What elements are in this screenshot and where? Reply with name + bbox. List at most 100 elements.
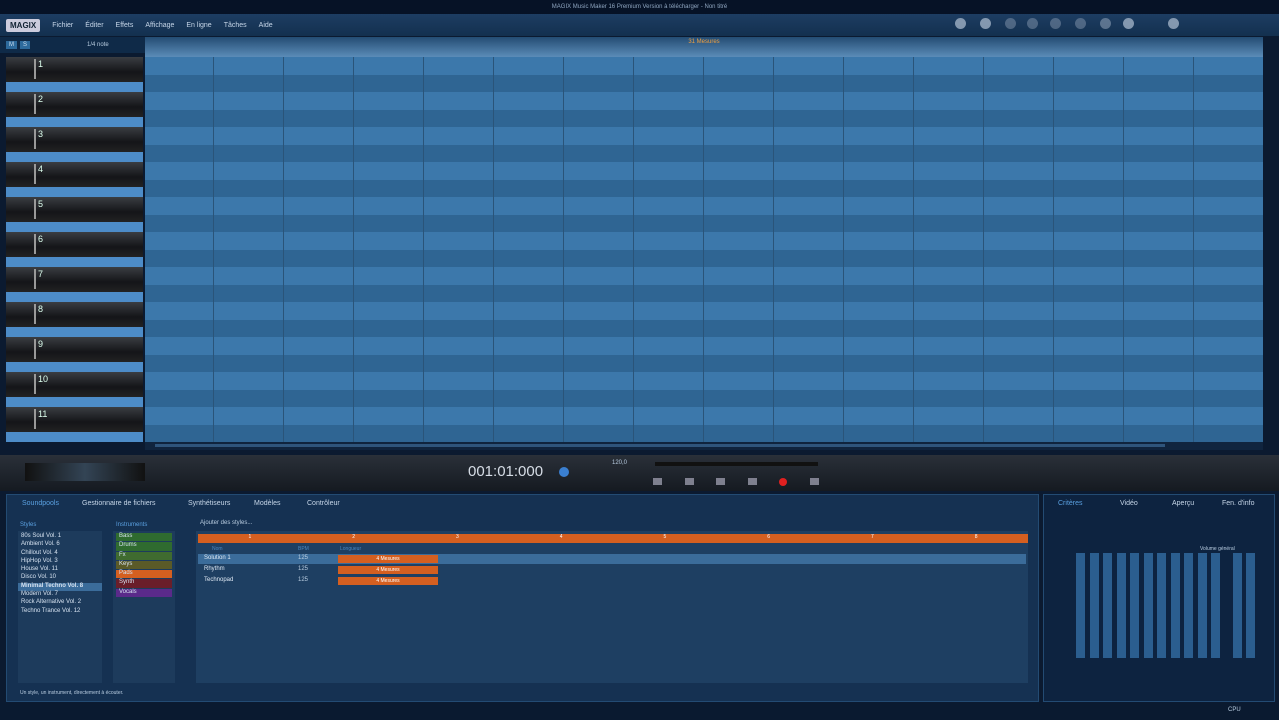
track-lane[interactable] — [145, 302, 1263, 320]
redo-icon[interactable] — [1027, 18, 1038, 29]
track-lane[interactable] — [145, 92, 1263, 110]
track-header[interactable]: 5 — [6, 197, 143, 222]
track-lane[interactable] — [145, 109, 1263, 127]
mute-all-button[interactable]: M — [6, 41, 17, 49]
style-item[interactable]: HipHop Vol. 3 — [18, 558, 102, 566]
save-icon[interactable] — [955, 18, 966, 29]
track-lane[interactable] — [145, 197, 1263, 215]
menu-view[interactable]: Affichage — [145, 22, 174, 29]
track-volume-slider[interactable] — [34, 304, 36, 324]
track-header[interactable]: 9 — [6, 337, 143, 362]
style-item[interactable]: Chillout Vol. 4 — [18, 550, 102, 558]
tab-soundpools[interactable]: Soundpools — [22, 500, 59, 507]
tab-templates[interactable]: Modèles — [254, 500, 280, 507]
sync-icon[interactable] — [559, 467, 569, 477]
track-header[interactable]: 1 — [6, 57, 143, 82]
horizontal-scrollbar[interactable] — [145, 442, 1263, 450]
instrument-item[interactable]: Pads — [116, 570, 172, 579]
track-header[interactable]: 4 — [6, 162, 143, 187]
track-header[interactable]: 6 — [6, 232, 143, 257]
track-lane[interactable] — [145, 354, 1263, 372]
go-to-start-button[interactable] — [653, 478, 662, 485]
track-lane[interactable] — [145, 407, 1263, 425]
instrument-item[interactable]: Vocals — [116, 588, 172, 598]
track-lane[interactable] — [145, 127, 1263, 145]
track-lane[interactable] — [145, 74, 1263, 92]
track-lane[interactable] — [145, 232, 1263, 250]
track-lane[interactable] — [145, 389, 1263, 407]
track-volume-slider[interactable] — [34, 59, 36, 79]
menu-help[interactable]: Aide — [259, 22, 273, 29]
menu-online[interactable]: En ligne — [186, 22, 211, 29]
rewind-button[interactable] — [685, 478, 694, 485]
copy-icon[interactable] — [1075, 18, 1086, 29]
tab-synths[interactable]: Synthétiseurs — [188, 500, 230, 507]
menu-tasks[interactable]: Tâches — [224, 22, 247, 29]
track-header[interactable]: 2 — [6, 92, 143, 117]
track-volume-slider[interactable] — [34, 339, 36, 359]
position-slider[interactable] — [655, 462, 818, 466]
record-button[interactable] — [779, 478, 787, 486]
note-icon[interactable] — [1123, 18, 1134, 29]
track-lane[interactable] — [145, 372, 1263, 390]
style-item[interactable]: Minimal Techno Vol. 8 — [18, 582, 102, 592]
column-length[interactable]: Longueur — [340, 546, 361, 552]
globe-icon[interactable] — [980, 18, 991, 29]
tab-criteria[interactable]: Critères — [1058, 500, 1083, 507]
track-volume-slider[interactable] — [34, 269, 36, 289]
track-lane[interactable] — [145, 267, 1263, 285]
track-header[interactable]: 10 — [6, 372, 143, 397]
undo-icon[interactable] — [1005, 18, 1016, 29]
track-volume-slider[interactable] — [34, 164, 36, 184]
file-name[interactable]: Solution 1 — [204, 555, 231, 561]
track-volume-slider[interactable] — [34, 234, 36, 254]
track-lane[interactable] — [145, 249, 1263, 267]
settings-icon[interactable] — [1168, 18, 1179, 29]
tab-controller[interactable]: Contrôleur — [307, 500, 340, 507]
master-volume-display[interactable] — [25, 463, 145, 481]
timeline-ruler[interactable]: 31 Mesures — [145, 37, 1263, 57]
add-styles-button[interactable]: Ajouter des styles... — [200, 520, 252, 526]
track-volume-slider[interactable] — [34, 374, 36, 394]
file-name[interactable]: Technopad — [204, 577, 233, 583]
track-lane[interactable] — [145, 214, 1263, 232]
instrument-item[interactable]: Keys — [116, 560, 172, 570]
instrument-item[interactable]: Fx — [116, 551, 172, 560]
menu-edit[interactable]: Éditer — [85, 22, 103, 29]
tab-preview[interactable]: Aperçu — [1172, 500, 1194, 507]
track-header[interactable]: 3 — [6, 127, 143, 152]
quantize-select[interactable]: 1/4 note — [87, 42, 109, 48]
instrument-item[interactable]: Drums — [116, 542, 172, 551]
track-header[interactable]: 8 — [6, 302, 143, 327]
track-volume-slider[interactable] — [34, 129, 36, 149]
play-button[interactable] — [748, 478, 757, 485]
track-lane[interactable] — [145, 162, 1263, 180]
menu-effects[interactable]: Effets — [116, 22, 134, 29]
track-lane[interactable] — [145, 179, 1263, 197]
track-lane[interactable] — [145, 319, 1263, 337]
tempo-value[interactable]: 120,0 — [612, 460, 627, 466]
style-item[interactable]: Techno Trance Vol. 12 — [18, 608, 102, 616]
style-item[interactable]: House Vol. 11 — [18, 566, 102, 574]
column-name[interactable]: Nom — [212, 546, 223, 552]
instrument-item[interactable]: Synth — [116, 579, 172, 588]
track-volume-slider[interactable] — [34, 409, 36, 429]
track-lane[interactable] — [145, 144, 1263, 162]
instrument-item[interactable]: Bass — [116, 533, 172, 542]
track-lane[interactable] — [145, 57, 1263, 75]
track-volume-slider[interactable] — [34, 94, 36, 114]
style-item[interactable]: Modern Vol. 7 — [18, 591, 102, 599]
track-header[interactable]: 11 — [6, 407, 143, 432]
file-name[interactable]: Rhythm — [204, 566, 225, 572]
zoom-icon[interactable] — [1100, 18, 1111, 29]
style-item[interactable]: Disco Vol. 10 — [18, 574, 102, 582]
solo-all-button[interactable]: S — [20, 41, 31, 49]
style-item[interactable]: Ambient Vol. 6 — [18, 541, 102, 549]
tab-info-window[interactable]: Fen. d'info — [1222, 500, 1254, 507]
style-item[interactable]: Rock Alternative Vol. 2 — [18, 599, 102, 607]
track-lane[interactable] — [145, 284, 1263, 302]
track-lane[interactable] — [145, 337, 1263, 355]
tab-video[interactable]: Vidéo — [1120, 500, 1138, 507]
style-item[interactable]: 80s Soul Vol. 1 — [18, 533, 102, 541]
stop-button[interactable] — [716, 478, 725, 485]
